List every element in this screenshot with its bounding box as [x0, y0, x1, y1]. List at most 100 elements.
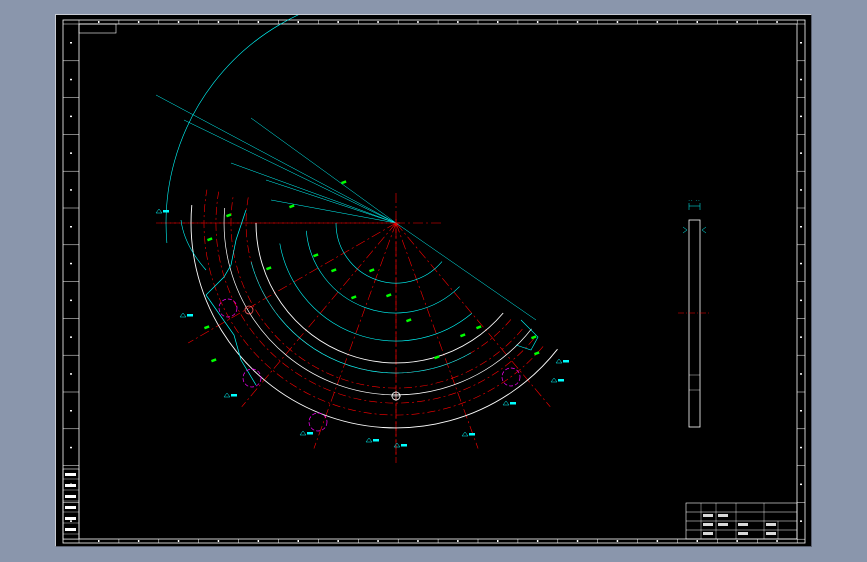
weld-symbol — [555, 358, 563, 364]
zone-mark — [177, 540, 180, 542]
zone-mark — [616, 21, 619, 23]
zone-mark — [457, 540, 459, 542]
zone-mark — [217, 540, 220, 542]
dimension-value — [226, 213, 232, 218]
dimension-value — [434, 355, 440, 360]
weld-label — [187, 314, 193, 317]
title-cell-text — [703, 532, 713, 535]
zone-mark — [337, 21, 339, 23]
weld-label — [373, 439, 379, 442]
title-cell-text — [738, 523, 748, 526]
zone-mark — [696, 540, 698, 542]
zone-mark — [217, 21, 220, 23]
title-cell-text — [718, 523, 728, 526]
radial-centerline — [395, 222, 551, 408]
zone-mark — [800, 446, 802, 449]
zone-mark — [377, 540, 379, 542]
zone-mark — [257, 21, 260, 23]
zone-mark — [70, 410, 72, 412]
dimension-value — [211, 358, 217, 363]
weld-label — [469, 433, 475, 436]
angle-leader — [270, 199, 397, 224]
zone-mark — [616, 540, 619, 542]
dimension-value — [204, 325, 210, 330]
weld-label — [510, 402, 516, 405]
zone-mark — [457, 21, 459, 23]
weld-symbol — [179, 312, 187, 318]
zone-mark — [696, 21, 698, 23]
zone-mark — [800, 336, 802, 338]
pitch-circle-arc — [245, 196, 512, 374]
zone-mark — [656, 21, 659, 23]
title-cell-text — [703, 523, 713, 526]
dimension-value — [460, 333, 466, 338]
zone-mark — [800, 226, 802, 228]
zone-mark — [70, 115, 72, 118]
zone-mark — [98, 21, 100, 23]
dimension-value — [341, 180, 347, 185]
zone-mark — [497, 540, 499, 542]
zone-mark — [800, 115, 802, 118]
left-block-cell — [65, 484, 76, 487]
weld-symbol — [461, 431, 469, 437]
title-cell-text — [738, 532, 748, 535]
title-cell-text — [766, 523, 776, 526]
zone-mark — [417, 540, 419, 542]
end-radius-arc — [180, 219, 207, 271]
zone-mark — [98, 540, 100, 542]
zone-mark — [70, 446, 72, 449]
zone-mark — [776, 540, 778, 542]
radius-dimension-arc — [306, 230, 460, 314]
zone-mark — [137, 21, 140, 23]
zone-mark — [70, 78, 72, 81]
zone-mark — [800, 299, 802, 302]
weld-label — [307, 432, 313, 435]
zone-mark — [800, 189, 802, 191]
title-cell-text — [703, 514, 713, 517]
bolt-hole — [244, 305, 254, 315]
title-block — [685, 502, 798, 540]
dimension-value — [476, 325, 482, 330]
dimension-value — [206, 237, 213, 242]
title-cell-text — [766, 532, 776, 535]
weld-label — [163, 210, 169, 213]
radial-centerline — [188, 222, 397, 344]
pitch-circle-arc — [203, 189, 544, 416]
center-mark — [392, 219, 400, 227]
zone-mark — [800, 410, 802, 412]
dimension-value — [406, 318, 412, 323]
zone-mark — [656, 540, 659, 542]
weld-symbol — [223, 392, 231, 398]
zone-mark — [536, 21, 539, 23]
zone-mark — [70, 226, 72, 228]
end-dimension — [515, 319, 539, 351]
angle-leader — [230, 162, 397, 224]
title-cell-text — [718, 514, 728, 517]
zone-mark — [736, 21, 738, 23]
left-revision-block — [62, 468, 80, 540]
left-block-cell — [65, 473, 76, 476]
zone-mark — [536, 540, 539, 542]
zone-mark — [800, 152, 802, 154]
weld-symbol — [502, 400, 510, 406]
weld-symbol — [155, 208, 163, 214]
zone-mark — [70, 373, 72, 375]
radius-dimension-arc — [279, 243, 472, 342]
zone-mark — [297, 21, 299, 23]
zone-mark — [800, 78, 802, 81]
weld-label — [563, 360, 569, 363]
zone-mark — [776, 21, 778, 23]
zone-mark — [497, 21, 499, 23]
radius-dimension-arc — [335, 222, 443, 284]
left-block-cell — [65, 528, 76, 531]
zone-mark — [177, 21, 180, 23]
detail-callout-circle — [218, 298, 238, 318]
cad-viewport[interactable]: -- -- — [55, 14, 812, 547]
zone-mark — [576, 540, 579, 542]
zone-mark — [70, 520, 72, 522]
zone-mark — [70, 299, 72, 302]
dimension-value — [331, 268, 337, 273]
plate-outer-edge — [190, 205, 558, 429]
zone-mark — [800, 483, 802, 486]
zone-mark — [70, 262, 72, 265]
